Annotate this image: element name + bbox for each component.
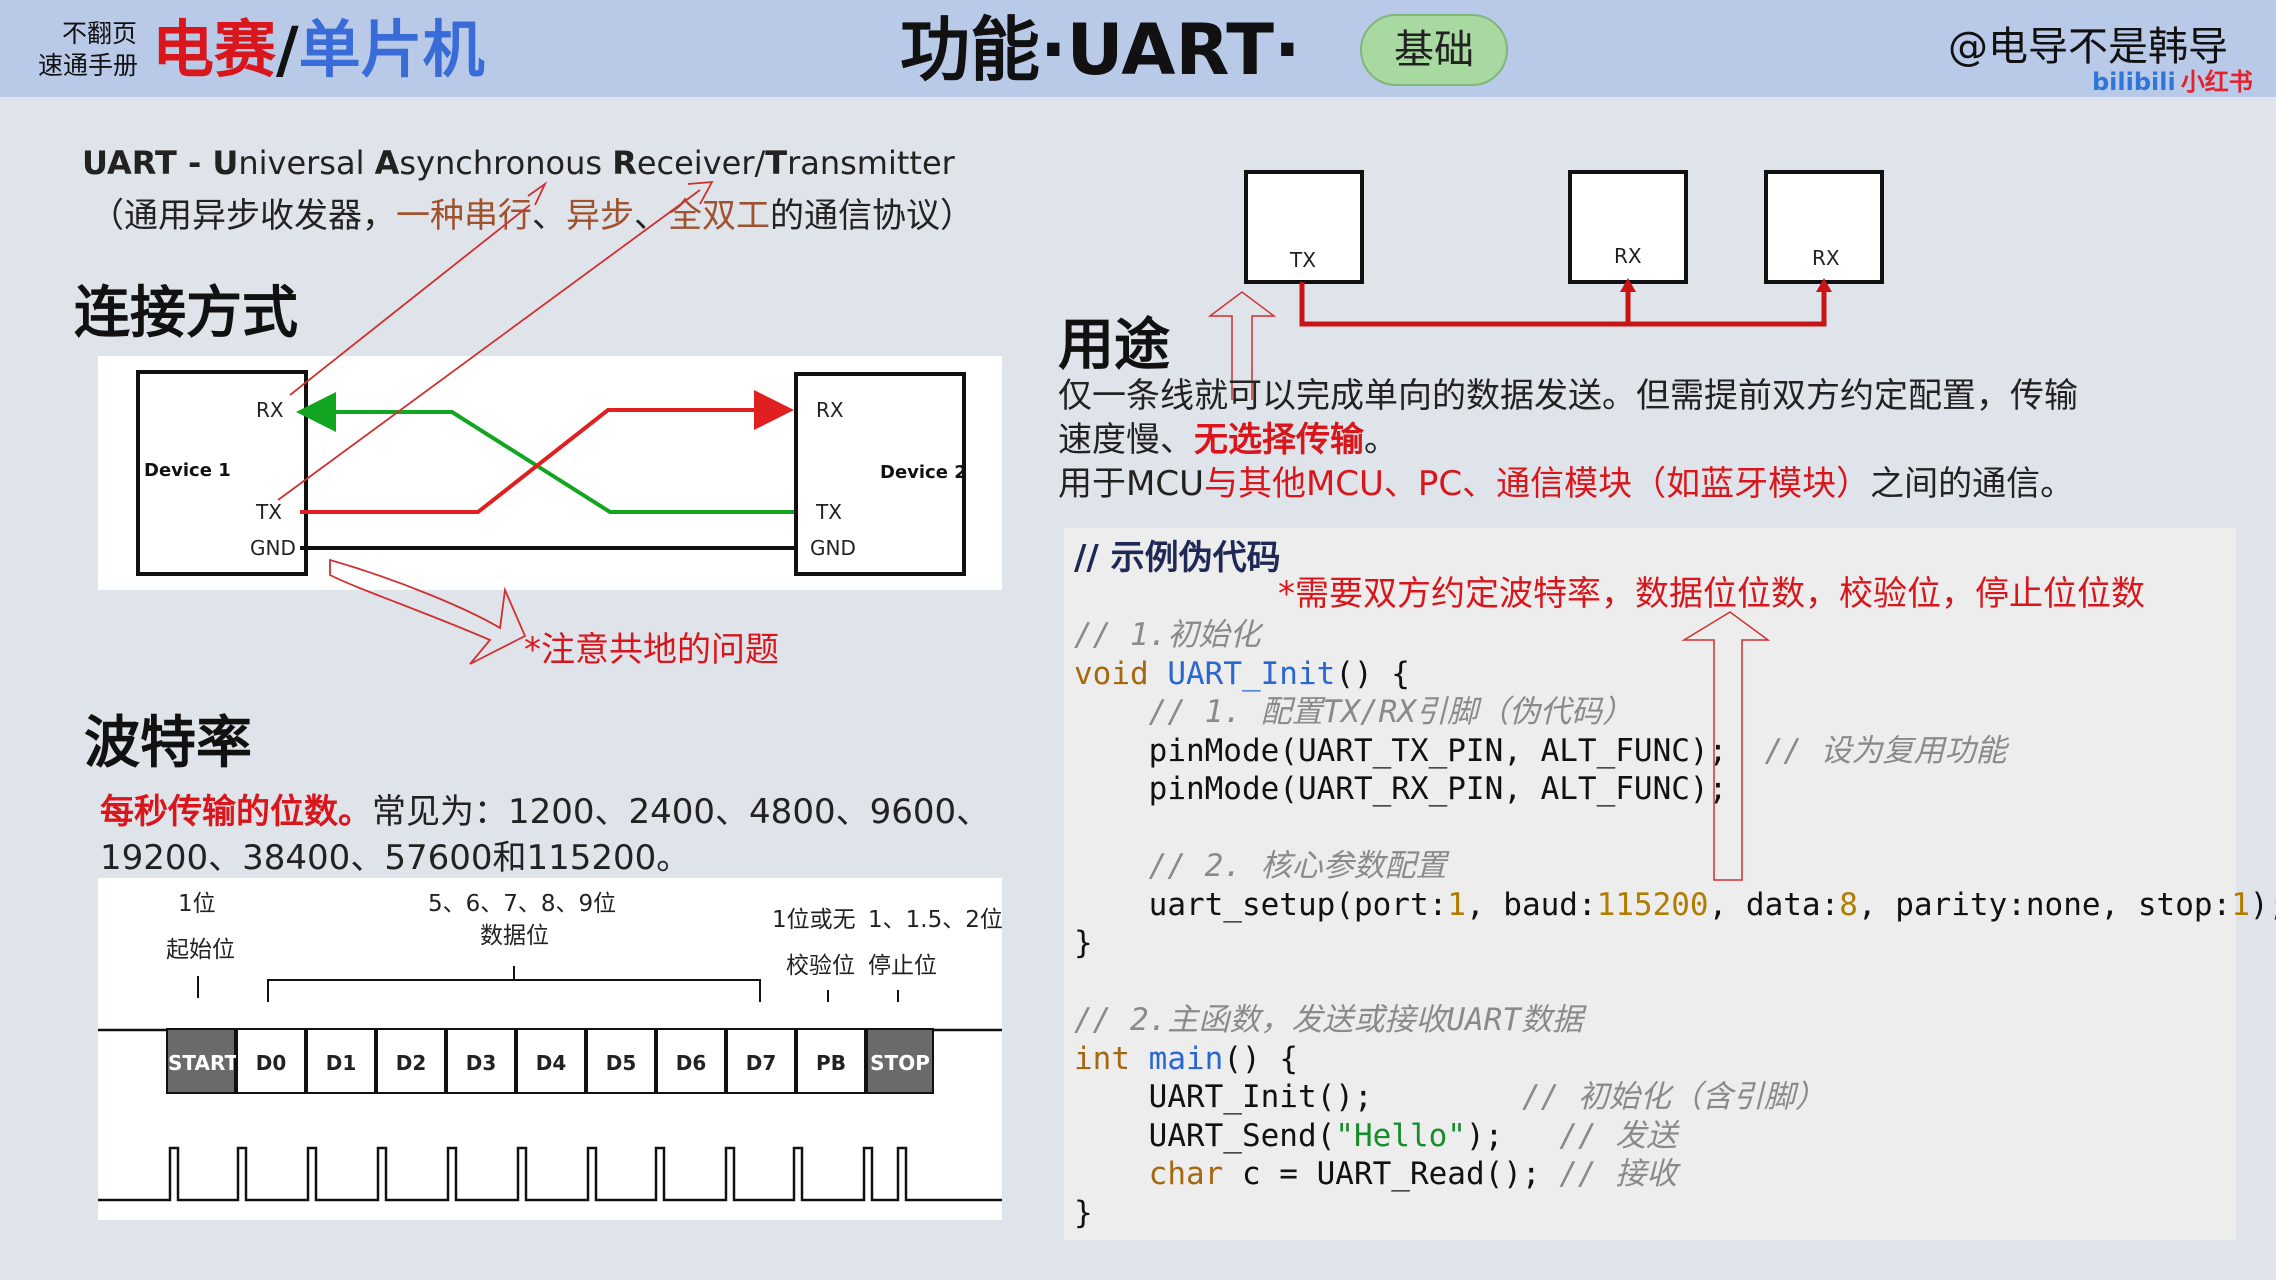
code-text: UART_Init(); bbox=[1148, 1079, 1373, 1115]
code-text: () { bbox=[1223, 1040, 1298, 1077]
string: "Hello" bbox=[1335, 1117, 1466, 1154]
code-title: // 示例伪代码 bbox=[1074, 538, 1281, 578]
usage-line3: 用于MCU与其他MCU、PC、通信模块（如蓝牙模块）之间的通信。 bbox=[1058, 456, 2074, 505]
number: 8 bbox=[1839, 886, 1858, 923]
comment: // 接收 bbox=[1559, 1156, 1678, 1192]
usage-targets: 与其他MCU、PC、通信模块（如蓝牙模块） bbox=[1203, 464, 1871, 504]
code-text: () { bbox=[1335, 655, 1410, 692]
keyword: void bbox=[1074, 655, 1149, 692]
code-text: uart_setup(port: bbox=[1148, 886, 1448, 923]
keyword: int bbox=[1074, 1040, 1130, 1077]
code-text: , baud: bbox=[1465, 886, 1597, 923]
code-text: pinMode(UART_RX_PIN, ALT_FUNC); bbox=[1148, 771, 1728, 807]
keyword: char bbox=[1148, 1156, 1224, 1192]
usage-slow: 速度慢、 bbox=[1058, 420, 1194, 460]
code-text: c = UART_Read(); bbox=[1223, 1156, 1541, 1192]
code-text: pinMode(UART_TX_PIN, ALT_FUNC); bbox=[1148, 732, 1728, 769]
usage-mcu: 用于MCU bbox=[1058, 464, 1204, 504]
code-text: ); bbox=[1465, 1117, 1504, 1154]
comment: // 1. 配置TX/RX引脚（伪代码） bbox=[1148, 694, 1633, 730]
code-text: , parity:none, stop: bbox=[1857, 886, 2232, 923]
comment: // 2. 核心参数配置 bbox=[1148, 848, 1447, 884]
code-text: UART_Send( bbox=[1148, 1117, 1336, 1154]
usage-no-select: 无选择传输 bbox=[1194, 420, 1364, 460]
code-text: , data: bbox=[1708, 886, 1840, 923]
function-name: main bbox=[1148, 1040, 1224, 1077]
function-name: UART_Init bbox=[1167, 655, 1336, 692]
comment: // 初始化（含引脚） bbox=[1521, 1079, 1826, 1115]
number: 115200 bbox=[1596, 886, 1709, 923]
code-text: } bbox=[1074, 1194, 1093, 1231]
code-text: } bbox=[1074, 925, 1093, 961]
number: 1 bbox=[2231, 886, 2250, 923]
usage-bus-wire bbox=[1299, 282, 1827, 327]
usage-end: 之间的通信。 bbox=[1870, 464, 2075, 504]
usage-line1: 仅一条线就可以完成单向的数据发送。但需提前双方约定配置，传输 bbox=[1058, 376, 2078, 416]
comment: // 1.初始化 bbox=[1074, 617, 1261, 653]
comment: // 2.主函数，发送或接收UART数据 bbox=[1074, 1002, 1583, 1038]
comment: // 设为复用功能 bbox=[1764, 732, 2007, 769]
code-block: // 1.初始化 void UART_Init() { // 1. 配置TX/R… bbox=[1074, 616, 2276, 1232]
usage-period: 。 bbox=[1364, 420, 1398, 460]
usage-line2: 速度慢、无选择传输。 bbox=[1058, 412, 1398, 461]
code-text: ); bbox=[2249, 886, 2276, 923]
number: 1 bbox=[1447, 886, 1466, 923]
code-note: *需要双方约定波特率，数据位位数，校验位，停止位位数 bbox=[1278, 574, 2145, 614]
comment: // 发送 bbox=[1559, 1117, 1678, 1154]
